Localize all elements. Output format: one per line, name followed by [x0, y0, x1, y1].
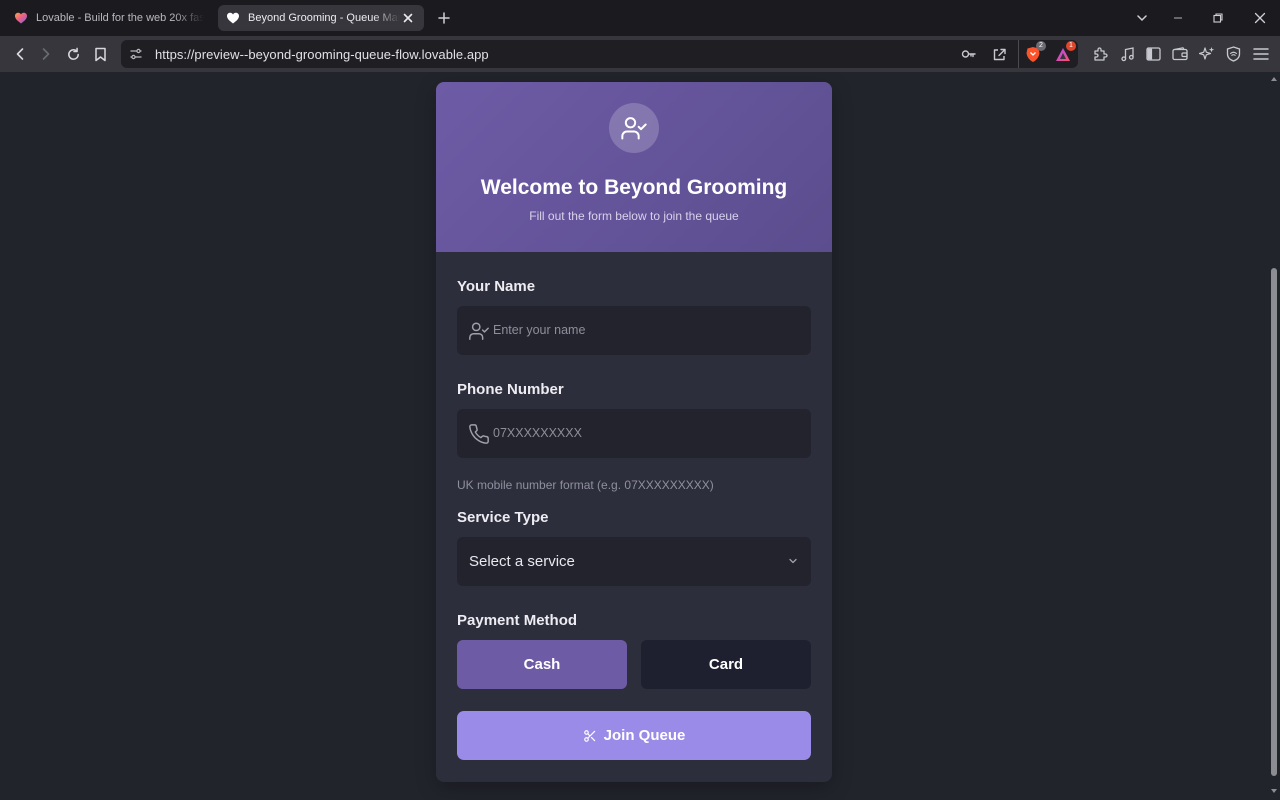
leo-icon[interactable] [1197, 44, 1217, 64]
toolbar-divider [1018, 40, 1019, 68]
brave-rewards-icon[interactable]: 1 [1053, 41, 1076, 64]
menu-icon[interactable] [1251, 44, 1271, 64]
service-select[interactable]: Select a service [457, 537, 811, 586]
phone-hint: UK mobile number format (e.g. 07XXXXXXXX… [457, 478, 714, 492]
page-viewport: Welcome to Beyond Grooming Fill out the … [0, 72, 1268, 800]
name-input[interactable]: Enter your name [457, 306, 811, 355]
close-window-icon[interactable] [1250, 8, 1270, 28]
music-icon[interactable] [1117, 44, 1137, 64]
wallet-icon[interactable] [1170, 44, 1190, 64]
scroll-down-arrow-icon[interactable] [1270, 787, 1278, 795]
minimize-icon[interactable] [1168, 8, 1188, 28]
brave-shields-icon[interactable]: 2 [1023, 41, 1046, 64]
bookmark-icon[interactable] [90, 44, 110, 64]
sidebar-icon[interactable] [1143, 44, 1163, 64]
join-queue-button[interactable]: Join Queue [457, 711, 811, 760]
heart-icon [227, 12, 239, 24]
page-scrollbar[interactable] [1268, 72, 1280, 800]
name-placeholder: Enter your name [493, 323, 586, 337]
shields-count-badge: 2 [1036, 41, 1046, 51]
close-tab-icon[interactable] [400, 10, 416, 26]
page-title: Welcome to Beyond Grooming [480, 176, 788, 199]
scrollbar-thumb[interactable] [1271, 268, 1277, 776]
user-check-icon [469, 322, 489, 340]
phone-label: Phone Number [457, 381, 564, 398]
tab-beyond-grooming[interactable]: Beyond Grooming - Queue Manager [218, 5, 424, 31]
payment-card-button[interactable]: Card [641, 640, 811, 689]
form-header: Welcome to Beyond Grooming Fill out the … [436, 82, 832, 252]
site-settings-icon[interactable] [129, 47, 143, 61]
name-label: Your Name [457, 278, 536, 295]
share-icon[interactable] [989, 44, 1009, 64]
scroll-up-arrow-icon[interactable] [1270, 75, 1278, 83]
join-queue-label: Join Queue [603, 727, 686, 744]
scissors-icon [583, 729, 595, 742]
browser-toolbar: https://preview--beyond-grooming-queue-f… [0, 36, 1280, 72]
payment-cash-button[interactable]: Cash [457, 640, 627, 689]
payment-label: Payment Method [457, 612, 578, 629]
rewards-count-badge: 1 [1066, 41, 1076, 51]
tab-title: Lovable - Build for the web 20x faster [36, 12, 204, 24]
chevron-down-icon [789, 558, 797, 564]
tab-lovable[interactable]: Lovable - Build for the web 20x faster [6, 5, 212, 31]
phone-input[interactable]: 07XXXXXXXXX [457, 409, 811, 458]
queue-form-card: Welcome to Beyond Grooming Fill out the … [436, 82, 832, 782]
tab-list-chevron-icon[interactable] [1132, 8, 1152, 28]
page-subtitle: Fill out the form below to join the queu… [529, 209, 739, 223]
tab-title: Beyond Grooming - Queue Manager [248, 12, 400, 24]
restore-icon[interactable] [1208, 8, 1228, 28]
address-bar[interactable]: https://preview--beyond-grooming-queue-f… [121, 40, 1078, 68]
service-label: Service Type [457, 509, 549, 526]
phone-icon [469, 424, 489, 444]
service-selected-value: Select a service [469, 553, 575, 570]
user-check-icon [609, 103, 659, 153]
url-text: https://preview--beyond-grooming-queue-f… [155, 47, 489, 62]
phone-placeholder: 07XXXXXXXXX [493, 426, 582, 440]
forward-icon[interactable] [36, 44, 56, 64]
key-icon[interactable] [959, 44, 979, 64]
vpn-icon[interactable] [1223, 44, 1243, 64]
tab-strip: Lovable - Build for the web 20x faster B… [0, 0, 1280, 36]
extensions-icon[interactable] [1090, 44, 1110, 64]
lovable-heart-icon [15, 12, 27, 24]
back-icon[interactable] [10, 44, 30, 64]
new-tab-icon[interactable] [434, 8, 454, 28]
reload-icon[interactable] [63, 44, 83, 64]
